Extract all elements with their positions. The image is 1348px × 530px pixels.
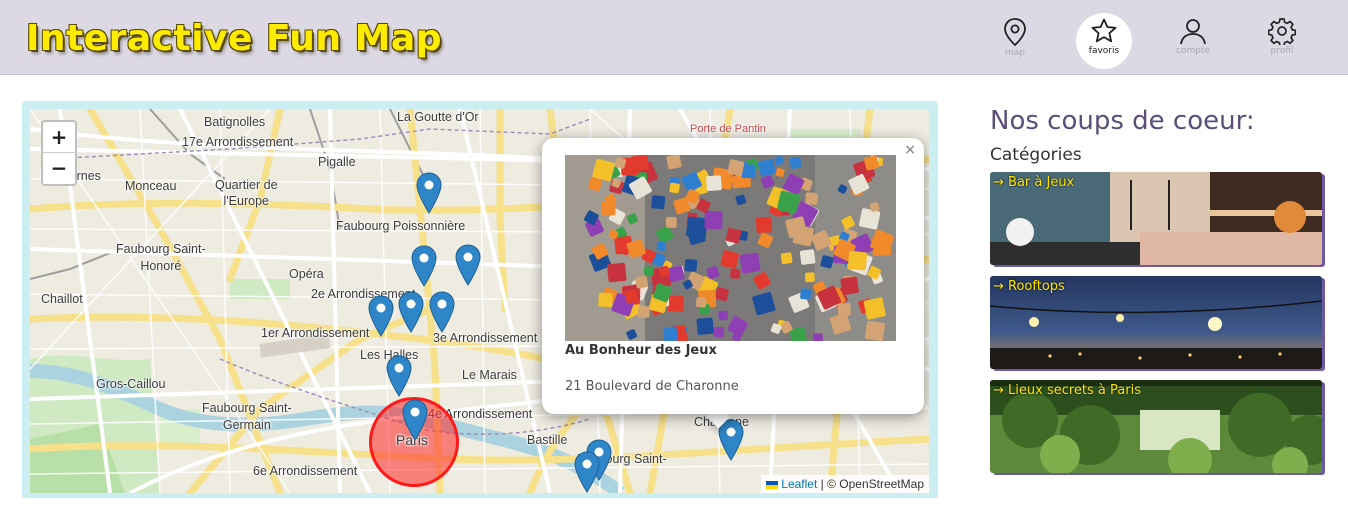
map-canvas[interactable]: Batignolles 17e Arrondissement La Goutte…	[30, 109, 929, 493]
nav-map[interactable]: map	[987, 13, 1043, 69]
map-marker-icon[interactable]	[718, 419, 744, 461]
place-label: Batignolles	[204, 115, 266, 129]
place-label: Bastille	[527, 433, 568, 447]
zoom-out-button[interactable]: −	[43, 153, 75, 184]
map-marker-icon[interactable]	[398, 291, 424, 333]
place-label: Faubourg Poissonnière	[336, 219, 466, 233]
nav-favoris[interactable]: favoris	[1076, 13, 1132, 69]
place-popup: × Au Bonheur des Jeux 21 Boulevard de Ch…	[542, 138, 924, 414]
place-label: Gros-Caillou	[96, 377, 166, 391]
zoom-control: + −	[41, 120, 77, 186]
category-card-rooftops[interactable]: → Rooftops	[990, 276, 1322, 369]
map-attribution: Leaflet | © OpenStreetMap	[761, 475, 929, 493]
star-icon	[1091, 18, 1117, 43]
place-label: 3e Arrondissement	[433, 331, 538, 345]
nav-compte[interactable]: compte	[1165, 13, 1221, 69]
nav-map-label: map	[1005, 48, 1025, 58]
leaflet-link[interactable]: Leaflet	[781, 477, 817, 491]
category-card-lieux-secrets[interactable]: → Lieux secrets à Paris	[990, 380, 1322, 473]
popup-close-button[interactable]: ×	[904, 142, 916, 158]
place-label: Le Marais	[462, 368, 517, 382]
map-marker-icon[interactable]	[429, 291, 455, 333]
place-label: Faubourg Saint- Germain	[202, 401, 292, 432]
category-label: → Bar à Jeux	[993, 175, 1075, 190]
map-pin-icon	[1004, 18, 1026, 47]
nav-profil[interactable]: profil	[1254, 13, 1310, 69]
map-marker-icon[interactable]	[416, 172, 442, 214]
map-marker-icon[interactable]	[455, 244, 481, 286]
sidebar-subtitle: Catégories	[990, 145, 1082, 165]
category-card-bar-a-jeux[interactable]: → Bar à Jeux	[990, 172, 1322, 265]
map-frame: Batignolles 17e Arrondissement La Goutte…	[22, 101, 938, 498]
place-label: Monceau	[125, 179, 177, 193]
place-label: Porte de Pantin	[690, 123, 766, 135]
app-header: Interactive Fun Map map favoris compte p…	[0, 0, 1348, 75]
nav-profil-label: profil	[1270, 46, 1294, 56]
nav-favoris-label: favoris	[1088, 46, 1120, 56]
gear-icon	[1268, 18, 1296, 45]
nav-compte-label: compte	[1175, 46, 1210, 56]
popup-title: Au Bonheur des Jeux	[565, 343, 717, 358]
place-label: Faubourg Saint- Honoré	[116, 242, 206, 273]
map-marker-icon[interactable]	[574, 451, 600, 493]
popup-address: 21 Boulevard de Charonne	[565, 379, 739, 394]
place-label: Pigalle	[318, 155, 356, 169]
board-game-pieces-image	[565, 155, 896, 341]
sidebar-title: Nos coups de coeur:	[990, 106, 1255, 136]
attribution-text: | © OpenStreetMap	[817, 477, 924, 491]
user-icon	[1180, 19, 1206, 45]
popup-photo	[565, 155, 896, 341]
place-label: Quartier de l'Europe	[215, 178, 278, 208]
map-marker-icon[interactable]	[386, 355, 412, 397]
place-label: 6e Arrondissement	[253, 464, 358, 478]
map-marker-icon[interactable]	[368, 295, 394, 337]
category-label: → Lieux secrets à Paris	[993, 383, 1141, 398]
place-label: Chaillot	[41, 292, 83, 306]
place-label: La Goutte d'Or	[397, 110, 479, 124]
map-marker-icon[interactable]	[402, 399, 428, 441]
app-logo[interactable]: Interactive Fun Map	[26, 18, 442, 59]
zoom-in-button[interactable]: +	[43, 122, 75, 153]
category-label: → Rooftops	[993, 279, 1065, 294]
map-marker-icon[interactable]	[411, 245, 437, 287]
place-label: 17e Arrondissement	[182, 135, 294, 149]
place-label: 1er Arrondissement	[261, 326, 370, 340]
ukraine-flag-icon	[766, 481, 779, 489]
place-label: Opéra	[289, 267, 324, 281]
